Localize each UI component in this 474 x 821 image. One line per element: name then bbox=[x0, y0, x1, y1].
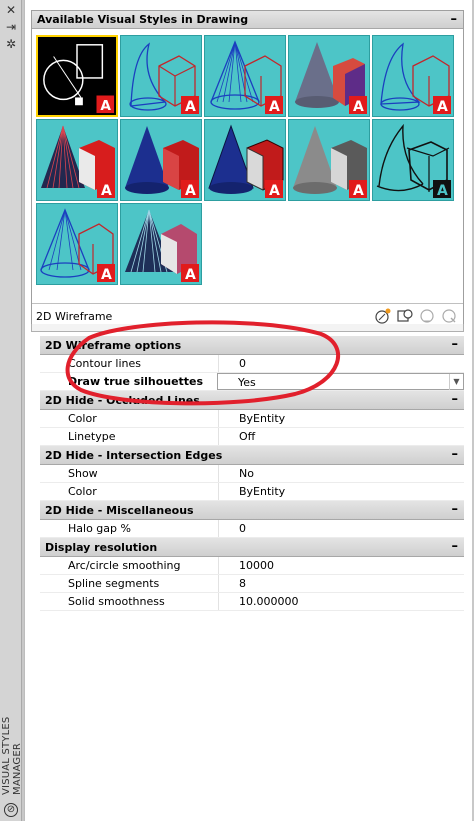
svg-text:A: A bbox=[101, 267, 112, 283]
svg-text:A: A bbox=[185, 267, 196, 283]
style-thumb-conceptual-wire[interactable]: A bbox=[120, 35, 202, 117]
property-name: Solid smoothness bbox=[68, 595, 165, 608]
select-value: Yes bbox=[238, 376, 256, 389]
style-thumb-realistic[interactable]: A bbox=[288, 35, 370, 117]
visual-styles-gallery: Available Visual Styles in Drawing – A A… bbox=[31, 10, 464, 330]
gallery-header[interactable]: Available Visual Styles in Drawing – bbox=[32, 11, 463, 29]
property-value[interactable]: 10.000000 bbox=[218, 593, 464, 610]
group-2d-hide-intersection-edges: 2D Hide - Intersection Edges – Show No C… bbox=[40, 446, 464, 501]
group-2d-hide-occluded-lines: 2D Hide - Occluded Lines – Color ByEntit… bbox=[40, 391, 464, 446]
property-name: Draw true silhouettes bbox=[68, 375, 204, 388]
create-style-icon[interactable] bbox=[375, 308, 391, 324]
svg-text:A: A bbox=[353, 183, 364, 199]
selected-style-name: 2D Wireframe bbox=[36, 310, 113, 323]
property-row[interactable]: Color ByEntity bbox=[40, 483, 464, 501]
auto-hide-icon[interactable]: ⇥ bbox=[3, 20, 19, 34]
collapse-icon[interactable]: – bbox=[452, 446, 459, 463]
property-value[interactable]: 0 bbox=[218, 520, 464, 537]
property-row[interactable]: Draw true silhouettes Yes ▼ bbox=[40, 373, 464, 391]
group-header[interactable]: 2D Hide - Occluded Lines – bbox=[40, 391, 464, 410]
close-icon[interactable]: ✕ bbox=[3, 3, 19, 17]
group-title: Display resolution bbox=[45, 540, 158, 554]
style-thumb-shades-of-gray[interactable]: A bbox=[288, 119, 370, 201]
collapse-icon[interactable]: – bbox=[452, 391, 459, 408]
property-name: Arc/circle smoothing bbox=[68, 559, 181, 572]
properties-icon[interactable]: ✲ bbox=[3, 37, 19, 51]
svg-text:A: A bbox=[269, 99, 280, 115]
group-title: 2D Hide - Occluded Lines bbox=[45, 393, 200, 407]
palette-title: VISUAL STYLES MANAGER bbox=[1, 716, 23, 795]
property-value[interactable]: No bbox=[218, 465, 464, 482]
property-row[interactable]: Spline segments 8 bbox=[40, 575, 464, 593]
group-header[interactable]: Display resolution – bbox=[40, 538, 464, 557]
collapse-icon[interactable]: – bbox=[452, 501, 459, 518]
style-thumb-shades-of-gray-wire[interactable]: A bbox=[372, 35, 454, 117]
group-header[interactable]: 2D Hide - Intersection Edges – bbox=[40, 446, 464, 465]
property-row[interactable]: Linetype Off bbox=[40, 428, 464, 446]
property-name: Color bbox=[68, 485, 97, 498]
gallery-tools bbox=[375, 308, 457, 324]
property-value[interactable]: ByEntity bbox=[218, 483, 464, 500]
style-thumb-x-ray[interactable]: A bbox=[120, 203, 202, 285]
collapse-icon[interactable]: – bbox=[452, 336, 459, 353]
style-thumb-shaded-with-edges[interactable]: A bbox=[204, 119, 286, 201]
property-name: Linetype bbox=[68, 430, 116, 443]
group-header[interactable]: 2D Hide - Miscellaneous – bbox=[40, 501, 464, 520]
svg-text:A: A bbox=[437, 183, 448, 199]
property-name: Color bbox=[68, 412, 97, 425]
draw-true-silhouettes-select[interactable]: Yes ▼ bbox=[217, 373, 464, 390]
svg-text:A: A bbox=[185, 99, 196, 115]
autocad-logo-icon: A bbox=[100, 98, 111, 114]
property-name: Show bbox=[68, 467, 98, 480]
property-row[interactable]: Color ByEntity bbox=[40, 410, 464, 428]
group-title: 2D Wireframe options bbox=[45, 338, 182, 352]
property-name: Halo gap % bbox=[68, 522, 131, 535]
palette-strip: ✕ ⇥ ✲ VISUAL STYLES MANAGER ⊘ bbox=[0, 0, 23, 821]
property-value[interactable]: 8 bbox=[218, 575, 464, 592]
svg-text:A: A bbox=[185, 183, 196, 199]
gallery-title: Available Visual Styles in Drawing bbox=[37, 13, 249, 26]
property-grid: 2D Wireframe options – Contour lines 0 D… bbox=[40, 336, 464, 611]
style-thumb-sketchy[interactable]: A bbox=[372, 119, 454, 201]
property-value[interactable]: 0 bbox=[218, 355, 464, 372]
palette-menu-icon[interactable]: ⊘ bbox=[4, 803, 18, 817]
style-thumb-wireframe[interactable]: A bbox=[36, 203, 118, 285]
collapse-icon[interactable]: – bbox=[451, 11, 458, 28]
style-thumb-hidden-wire[interactable]: A bbox=[204, 35, 286, 117]
visual-styles-panel: Available Visual Styles in Drawing – A A… bbox=[24, 0, 472, 821]
group-2d-hide-miscellaneous: 2D Hide - Miscellaneous – Halo gap % 0 bbox=[40, 501, 464, 538]
svg-text:A: A bbox=[353, 99, 364, 115]
export-to-palette-icon[interactable] bbox=[419, 308, 435, 324]
group-title: 2D Hide - Intersection Edges bbox=[45, 448, 223, 462]
property-name: Spline segments bbox=[68, 577, 160, 590]
property-value[interactable]: ByEntity bbox=[218, 410, 464, 427]
property-row[interactable]: Show No bbox=[40, 465, 464, 483]
property-row[interactable]: Arc/circle smoothing 10000 bbox=[40, 557, 464, 575]
group-title: 2D Hide - Miscellaneous bbox=[45, 503, 194, 517]
property-name: Contour lines bbox=[68, 357, 141, 370]
group-display-resolution: Display resolution – Arc/circle smoothin… bbox=[40, 538, 464, 611]
group-2d-wireframe-options: 2D Wireframe options – Contour lines 0 D… bbox=[40, 336, 464, 391]
svg-text:A: A bbox=[437, 99, 448, 115]
delete-style-icon[interactable] bbox=[441, 308, 457, 324]
style-thumb-2d-wireframe[interactable]: A bbox=[36, 35, 118, 117]
style-thumbnails: A A A A A A A A A A A A bbox=[36, 35, 461, 295]
style-thumb-shaded[interactable]: A bbox=[120, 119, 202, 201]
style-thumb-sketchy-shaded[interactable]: A bbox=[36, 119, 118, 201]
property-row[interactable]: Halo gap % 0 bbox=[40, 520, 464, 538]
apply-to-viewport-icon[interactable] bbox=[397, 308, 413, 324]
collapse-icon[interactable]: – bbox=[452, 538, 459, 555]
svg-text:A: A bbox=[101, 183, 112, 199]
property-value[interactable]: 10000 bbox=[218, 557, 464, 574]
chevron-down-icon[interactable]: ▼ bbox=[449, 374, 463, 390]
property-row[interactable]: Contour lines 0 bbox=[40, 355, 464, 373]
property-row[interactable]: Solid smoothness 10.000000 bbox=[40, 593, 464, 611]
group-header[interactable]: 2D Wireframe options – bbox=[40, 336, 464, 355]
svg-text:A: A bbox=[269, 183, 280, 199]
splitter[interactable] bbox=[31, 324, 464, 332]
property-value[interactable]: Off bbox=[218, 428, 464, 445]
